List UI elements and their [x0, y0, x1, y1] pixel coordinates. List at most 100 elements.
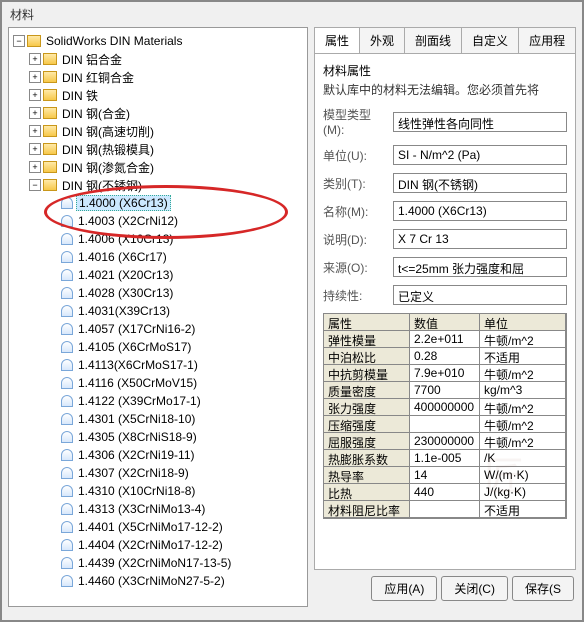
- material-icon: [61, 251, 73, 263]
- material-icon: [61, 539, 73, 551]
- tree-material[interactable]: 1.4057 (X17CrNi16-2): [11, 320, 305, 338]
- field-persist[interactable]: 已定义: [393, 285, 567, 305]
- tree-category[interactable]: −DIN 钢(不锈钢): [11, 176, 305, 194]
- grid-row[interactable]: 弹性模量2.2e+011牛顿/m^2: [324, 331, 566, 348]
- grid-header: 数值: [410, 314, 480, 331]
- tree-material[interactable]: 1.4305 (X8CrNiS18-9): [11, 428, 305, 446]
- tree-category[interactable]: +DIN 铝合金: [11, 50, 305, 68]
- grid-row[interactable]: 热膨胀系数1.1e-005/K: [324, 450, 566, 467]
- tree-material[interactable]: 1.4401 (X5CrNiMo17-12-2): [11, 518, 305, 536]
- label-modeltype: 模型类型(M):: [323, 106, 387, 137]
- field-desc[interactable]: X 7 Cr 13: [393, 229, 567, 249]
- grid-row[interactable]: 屈服强度230000000牛顿/m^2: [324, 433, 566, 450]
- label-name: 名称(M):: [323, 203, 387, 220]
- material-icon: [61, 197, 73, 209]
- tab-hatch[interactable]: 剖面线: [404, 27, 462, 53]
- material-icon: [61, 305, 73, 317]
- grid-header: 单位: [480, 314, 566, 331]
- tree-material[interactable]: 1.4310 (X10CrNi18-8): [11, 482, 305, 500]
- save-button[interactable]: 保存(S: [512, 576, 574, 601]
- expand-icon[interactable]: +: [29, 53, 41, 65]
- grid-row[interactable]: 比热440J/(kg·K): [324, 484, 566, 501]
- tree-material[interactable]: 1.4306 (X2CrNi19-11): [11, 446, 305, 464]
- field-name[interactable]: 1.4000 (X6Cr13): [393, 201, 567, 221]
- material-icon: [61, 467, 73, 479]
- folder-icon: [43, 179, 57, 191]
- tree-material[interactable]: 1.4439 (X2CrNiMoN17-13-5): [11, 554, 305, 572]
- expand-icon[interactable]: +: [29, 161, 41, 173]
- expand-icon[interactable]: +: [29, 125, 41, 137]
- tree-material[interactable]: 1.4000 (X6Cr13): [11, 194, 305, 212]
- tree-material[interactable]: 1.4021 (X20Cr13): [11, 266, 305, 284]
- tree-category[interactable]: +DIN 红铜合金: [11, 68, 305, 86]
- grid-row[interactable]: 张力强度400000000牛顿/m^2: [324, 399, 566, 416]
- field-source[interactable]: t<=25mm 张力强度和屈: [393, 257, 567, 277]
- material-icon: [61, 377, 73, 389]
- expand-icon[interactable]: −: [29, 179, 41, 191]
- expand-icon[interactable]: +: [29, 71, 41, 83]
- panel-note: 默认库中的材料无法编辑。您必须首先将: [323, 81, 567, 98]
- folder-icon: [27, 35, 41, 47]
- material-icon: [61, 413, 73, 425]
- material-icon: [61, 449, 73, 461]
- grid-header: 属性: [324, 314, 410, 331]
- grid-row[interactable]: 热导率14W/(m·K): [324, 467, 566, 484]
- collapse-icon[interactable]: −: [13, 35, 25, 47]
- tree-material[interactable]: 1.4313 (X3CrNiMo13-4): [11, 500, 305, 518]
- folder-icon: [43, 107, 57, 119]
- dialog-title: 材料: [2, 2, 582, 27]
- tab-custom[interactable]: 自定义: [461, 27, 519, 53]
- tree-material[interactable]: 1.4307 (X2CrNi18-9): [11, 464, 305, 482]
- tree-material[interactable]: 1.4105 (X6CrMoS17): [11, 338, 305, 356]
- material-tree[interactable]: − SolidWorks DIN Materials +DIN 铝合金+DIN …: [8, 27, 308, 607]
- tab-appearance[interactable]: 外观: [359, 27, 405, 53]
- folder-icon: [43, 89, 57, 101]
- tree-category[interactable]: +DIN 钢(高速切削): [11, 122, 305, 140]
- folder-icon: [43, 53, 57, 65]
- tab-apply[interactable]: 应用程: [518, 27, 576, 53]
- property-tabs: 属性 外观 剖面线 自定义 应用程: [314, 27, 576, 54]
- expand-icon[interactable]: +: [29, 89, 41, 101]
- label-unit: 单位(U):: [323, 147, 387, 164]
- properties-grid[interactable]: 属性 数值 单位 弹性模量2.2e+011牛顿/m^2中泊松比0.28不适用中抗…: [323, 313, 567, 519]
- grid-row[interactable]: 压缩强度牛顿/m^2: [324, 416, 566, 433]
- tree-material[interactable]: 1.4122 (X39CrMo17-1): [11, 392, 305, 410]
- tree-root[interactable]: − SolidWorks DIN Materials: [11, 32, 305, 50]
- field-modeltype[interactable]: 线性弹性各向同性: [393, 112, 567, 132]
- material-icon: [61, 557, 73, 569]
- tree-material[interactable]: 1.4016 (X6Cr17): [11, 248, 305, 266]
- tree-material[interactable]: 1.4460 (X3CrNiMoN27-5-2): [11, 572, 305, 590]
- material-icon: [61, 575, 73, 587]
- tab-properties[interactable]: 属性: [314, 27, 360, 53]
- tree-material[interactable]: 1.4301 (X5CrNi18-10): [11, 410, 305, 428]
- close-button[interactable]: 关闭(C): [441, 576, 508, 601]
- tree-category[interactable]: +DIN 钢(合金): [11, 104, 305, 122]
- material-icon: [61, 395, 73, 407]
- field-category[interactable]: DIN 钢(不锈钢): [393, 173, 567, 193]
- tree-category[interactable]: +DIN 钢(热锻模具): [11, 140, 305, 158]
- grid-row[interactable]: 中泊松比0.28不适用: [324, 348, 566, 365]
- tree-material[interactable]: 1.4404 (X2CrNiMo17-12-2): [11, 536, 305, 554]
- tree-category[interactable]: +DIN 铁: [11, 86, 305, 104]
- tree-material[interactable]: 1.4028 (X30Cr13): [11, 284, 305, 302]
- grid-row[interactable]: 质量密度7700kg/m^3: [324, 382, 566, 399]
- tree-material[interactable]: 1.4113(X6CrMoS17-1): [11, 356, 305, 374]
- tree-material[interactable]: 1.4031(X39Cr13): [11, 302, 305, 320]
- material-icon: [61, 431, 73, 443]
- material-icon: [61, 359, 73, 371]
- grid-row[interactable]: 材料阻尼比率不适用: [324, 501, 566, 518]
- expand-icon[interactable]: +: [29, 107, 41, 119]
- material-icon: [61, 215, 73, 227]
- folder-icon: [43, 125, 57, 137]
- material-icon: [61, 287, 73, 299]
- tree-category[interactable]: +DIN 钢(渗氮合金): [11, 158, 305, 176]
- tree-material[interactable]: 1.4006 (X10Cr13): [11, 230, 305, 248]
- label-desc: 说明(D):: [323, 231, 387, 248]
- tree-material[interactable]: 1.4116 (X50CrMoV15): [11, 374, 305, 392]
- material-icon: [61, 341, 73, 353]
- field-unit[interactable]: SI - N/m^2 (Pa): [393, 145, 567, 165]
- grid-row[interactable]: 中抗剪模量7.9e+010牛顿/m^2: [324, 365, 566, 382]
- apply-button[interactable]: 应用(A): [371, 576, 437, 601]
- expand-icon[interactable]: +: [29, 143, 41, 155]
- tree-material[interactable]: 1.4003 (X2CrNi12): [11, 212, 305, 230]
